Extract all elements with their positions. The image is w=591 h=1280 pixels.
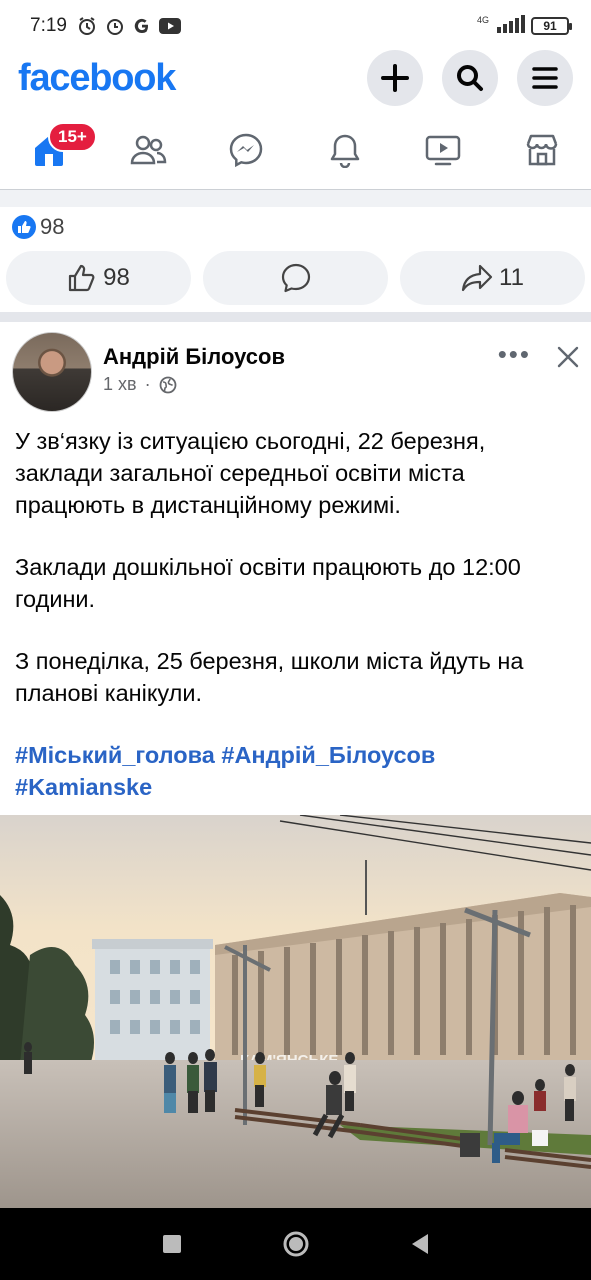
tab-notifications[interactable] [296,118,395,182]
post-header: Андрій Білоусов 1 хв · ••• [12,332,579,412]
hamburger-icon [532,67,558,89]
post-timestamp-row: 1 хв · [103,374,285,395]
tab-messenger[interactable] [197,118,296,182]
tab-video[interactable] [394,118,493,182]
home-badge: 15+ [48,122,97,152]
reactions-count: 98 [40,214,65,239]
thumbs-up-icon [69,264,95,292]
app-header: facebook [0,48,591,108]
marketplace-icon [526,134,557,166]
friends-icon [130,135,167,165]
close-icon[interactable] [557,346,579,368]
separator-dot: · [144,374,151,394]
post-paragraph: У зв‘язку із ситуацією сьогодні, 22 бере… [15,428,486,518]
post-author[interactable]: Андрій Білоусов [103,344,285,370]
share-button[interactable]: 11 [400,251,585,305]
main-nav-tabs: 15+ [0,118,591,182]
youtube-icon [158,18,181,34]
post-hashtags[interactable]: #Міський_голова #Андрій_Білоусов #Kamian… [15,739,575,803]
reactions-summary[interactable]: 98 [12,213,64,241]
clock-icon [105,16,125,36]
post-meta: Андрій Білоусов 1 хв · [103,344,285,412]
create-button[interactable] [367,50,423,106]
post-time[interactable]: 1 хв [103,374,137,395]
plus-icon [381,64,409,92]
like-count: 98 [103,264,130,291]
tab-friends[interactable] [99,118,198,182]
google-icon [133,17,151,35]
android-nav-bar [0,1208,591,1280]
search-button[interactable] [442,50,498,106]
video-icon [426,135,461,166]
globe-icon [159,376,176,393]
comment-icon [281,263,310,293]
post-photo[interactable]: КАМ'ЯНСЬКЕ [0,815,591,1208]
section-divider [0,189,591,207]
header-actions [367,50,573,106]
post-actions: 98 11 [6,251,585,305]
network-type-label: 4G [476,15,489,25]
battery-indicator: 91 [531,17,572,35]
menu-button[interactable] [517,50,573,106]
share-icon [461,264,493,292]
recents-icon[interactable] [162,1234,182,1254]
more-options-icon[interactable]: ••• [498,341,531,367]
city-square-illustration: КАМ'ЯНСЬКЕ [0,815,591,1208]
author-avatar[interactable] [12,332,92,412]
like-button[interactable]: 98 [6,251,191,305]
alarm-icon [77,16,97,36]
like-reaction-icon [12,215,36,239]
status-time: 7:19 [30,15,67,36]
post-body: У зв‘язку із ситуацією сьогодні, 22 бере… [15,425,575,803]
status-notification-icons [77,16,181,36]
bell-icon [330,134,359,168]
share-count: 11 [499,264,524,291]
search-icon [457,65,483,91]
status-system-icons: 4G 91 [476,14,572,38]
status-bar: 7:19 4G 91 [0,0,591,52]
signal-icon [495,14,525,38]
comment-button[interactable] [203,251,388,305]
post-paragraph: З понеділка, 25 березня, школи міста йду… [15,648,524,706]
post-paragraph: Заклади дошкільної освіти працюють до 12… [15,554,521,612]
messenger-icon [229,133,263,168]
facebook-logo[interactable]: facebook [18,57,176,100]
post-controls: ••• [498,341,579,412]
tab-home[interactable]: 15+ [0,118,99,182]
post-divider [0,312,591,322]
tab-marketplace[interactable] [493,118,591,182]
home-nav-icon[interactable] [282,1230,310,1258]
back-icon[interactable] [410,1233,430,1255]
